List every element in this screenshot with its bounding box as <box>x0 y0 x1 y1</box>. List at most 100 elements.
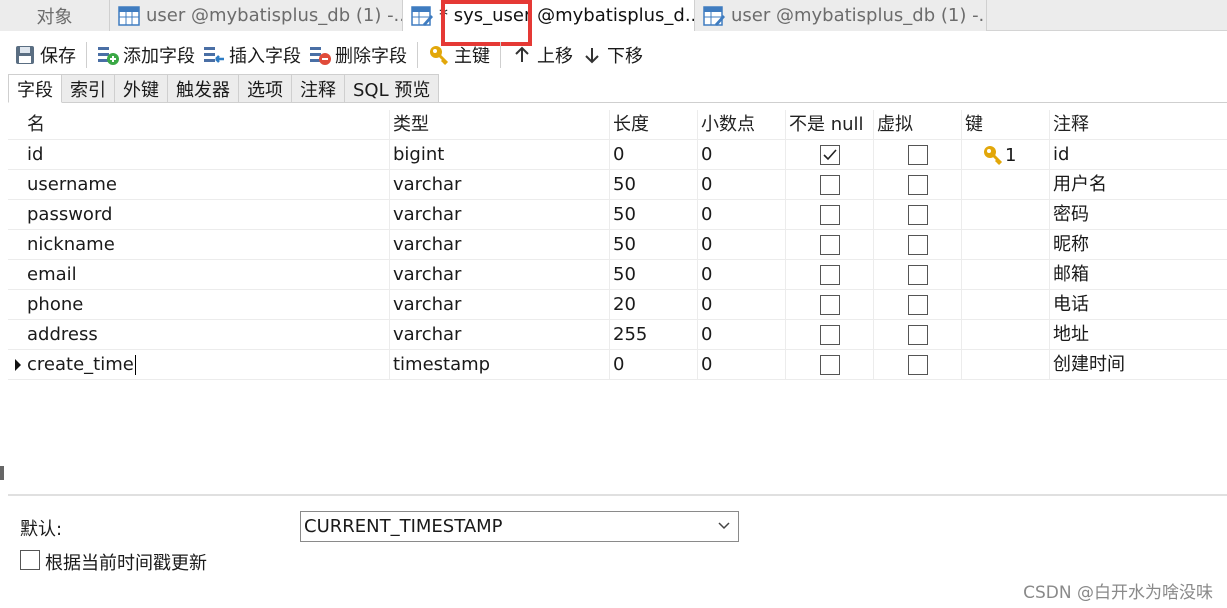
field-name-cell[interactable]: email <box>24 260 390 290</box>
column-header-comment[interactable]: 注释 <box>1050 110 1227 140</box>
insert-field-button[interactable]: 插入字段 <box>199 38 305 72</box>
virtual-checkbox[interactable] <box>908 265 928 285</box>
column-header-type[interactable]: 类型 <box>390 110 610 140</box>
field-length-cell[interactable]: 50 <box>610 260 698 290</box>
field-key-cell <box>962 350 1050 380</box>
field-type-cell[interactable]: varchar <box>390 320 610 350</box>
field-length-cell[interactable]: 0 <box>610 350 698 380</box>
table-row[interactable]: address varchar 255 0 地址 <box>8 320 1227 350</box>
table-row-current[interactable]: create_time timestamp 0 0 创建时间 <box>8 350 1227 380</box>
field-type-cell[interactable]: varchar <box>390 200 610 230</box>
move-up-button[interactable]: 上移 <box>507 38 577 72</box>
table-row[interactable]: phone varchar 20 0 电话 <box>8 290 1227 320</box>
column-header-virtual[interactable]: 虚拟 <box>874 110 962 140</box>
field-decimals-cell[interactable]: 0 <box>698 260 786 290</box>
table-row[interactable]: id bigint 0 0 1 id <box>8 140 1227 170</box>
splitter-handle[interactable] <box>0 466 4 480</box>
column-header-length[interactable]: 长度 <box>610 110 698 140</box>
tab-sys-user-design[interactable]: * sys_user @mybatisplus_d... <box>403 0 695 31</box>
not-null-checkbox[interactable] <box>820 355 840 375</box>
field-comment-cell[interactable]: 密码 <box>1050 200 1227 230</box>
save-label: 保存 <box>40 46 76 67</box>
not-null-checkbox[interactable] <box>820 325 840 345</box>
field-name-cell[interactable]: username <box>24 170 390 200</box>
not-null-checkbox[interactable] <box>820 265 840 285</box>
not-null-checkbox[interactable] <box>820 205 840 225</box>
panel-divider[interactable] <box>8 494 1227 496</box>
default-value-select[interactable]: CURRENT_TIMESTAMP <box>300 511 739 542</box>
field-length-cell[interactable]: 0 <box>610 140 698 170</box>
add-field-button[interactable]: 添加字段 <box>93 38 199 72</box>
virtual-checkbox[interactable] <box>908 235 928 255</box>
not-null-checkbox[interactable] <box>820 145 840 165</box>
virtual-checkbox[interactable] <box>908 205 928 225</box>
column-header-name[interactable]: 名 <box>24 110 390 140</box>
field-type-cell[interactable]: bigint <box>390 140 610 170</box>
tab-triggers[interactable]: 触发器 <box>168 74 239 103</box>
tab-user-table-1[interactable]: user @mybatisplus_db (1) -... <box>110 0 403 31</box>
field-decimals-cell[interactable]: 0 <box>698 200 786 230</box>
column-header-key[interactable]: 键 <box>962 110 1050 140</box>
field-decimals-cell[interactable]: 0 <box>698 350 786 380</box>
tab-indexes[interactable]: 索引 <box>62 74 115 103</box>
field-name-cell[interactable]: id <box>24 140 390 170</box>
field-comment-cell[interactable]: 创建时间 <box>1050 350 1227 380</box>
field-decimals-cell[interactable]: 0 <box>698 320 786 350</box>
field-name-cell[interactable]: nickname <box>24 230 390 260</box>
update-on-timestamp-checkbox[interactable] <box>20 550 40 570</box>
field-type-cell[interactable]: varchar <box>390 290 610 320</box>
field-length-cell[interactable]: 255 <box>610 320 698 350</box>
virtual-checkbox[interactable] <box>908 295 928 315</box>
insert-field-label: 插入字段 <box>229 46 301 67</box>
delete-field-button[interactable]: 删除字段 <box>305 38 411 72</box>
field-name-cell[interactable]: password <box>24 200 390 230</box>
virtual-checkbox[interactable] <box>908 175 928 195</box>
field-name-cell[interactable]: phone <box>24 290 390 320</box>
tab-comment[interactable]: 注释 <box>292 74 345 103</box>
field-comment-cell[interactable]: 昵称 <box>1050 230 1227 260</box>
field-decimals-cell[interactable]: 0 <box>698 170 786 200</box>
tab-user-table-2[interactable]: user @mybatisplus_db (1) -... <box>695 0 987 31</box>
tab-foreign-keys[interactable]: 外键 <box>115 74 168 103</box>
field-length-cell[interactable]: 50 <box>610 170 698 200</box>
column-header-not-null[interactable]: 不是 null <box>786 110 874 140</box>
field-decimals-cell[interactable]: 0 <box>698 230 786 260</box>
field-length-cell[interactable]: 20 <box>610 290 698 320</box>
field-comment-cell[interactable]: id <box>1050 140 1227 170</box>
table-row[interactable]: username varchar 50 0 用户名 <box>8 170 1227 200</box>
field-comment-cell[interactable]: 用户名 <box>1050 170 1227 200</box>
field-comment-cell[interactable]: 邮箱 <box>1050 260 1227 290</box>
field-name-cell-editing[interactable]: create_time <box>24 350 390 380</box>
virtual-checkbox[interactable] <box>908 145 928 165</box>
field-type-cell[interactable]: varchar <box>390 170 610 200</box>
not-null-checkbox[interactable] <box>820 295 840 315</box>
field-length-cell[interactable]: 50 <box>610 200 698 230</box>
table-row[interactable]: password varchar 50 0 密码 <box>8 200 1227 230</box>
tab-objects[interactable]: 对象 <box>0 0 110 31</box>
table-row[interactable]: nickname varchar 50 0 昵称 <box>8 230 1227 260</box>
field-type-cell[interactable]: varchar <box>390 260 610 290</box>
tab-options[interactable]: 选项 <box>239 74 292 103</box>
not-null-checkbox[interactable] <box>820 175 840 195</box>
field-type-cell[interactable]: timestamp <box>390 350 610 380</box>
tab-user-table-2-label: user @mybatisplus_db (1) -... <box>731 5 987 26</box>
field-name-cell[interactable]: address <box>24 320 390 350</box>
column-header-decimals[interactable]: 小数点 <box>698 110 786 140</box>
field-key-cell <box>962 290 1050 320</box>
not-null-checkbox[interactable] <box>820 235 840 255</box>
table-row[interactable]: email varchar 50 0 邮箱 <box>8 260 1227 290</box>
virtual-checkbox[interactable] <box>908 355 928 375</box>
save-button[interactable]: 保存 <box>10 38 80 72</box>
primary-key-button[interactable]: 主键 <box>424 38 494 72</box>
virtual-checkbox[interactable] <box>908 325 928 345</box>
tab-fields[interactable]: 字段 <box>8 74 62 103</box>
move-down-button[interactable]: 下移 <box>577 38 647 72</box>
field-comment-cell[interactable]: 地址 <box>1050 320 1227 350</box>
field-decimals-cell[interactable]: 0 <box>698 140 786 170</box>
designer-tab-bar: 字段 索引 外键 触发器 选项 注释 SQL 预览 <box>8 74 440 103</box>
field-comment-cell[interactable]: 电话 <box>1050 290 1227 320</box>
field-decimals-cell[interactable]: 0 <box>698 290 786 320</box>
tab-sql-preview[interactable]: SQL 预览 <box>345 74 440 103</box>
field-length-cell[interactable]: 50 <box>610 230 698 260</box>
field-type-cell[interactable]: varchar <box>390 230 610 260</box>
